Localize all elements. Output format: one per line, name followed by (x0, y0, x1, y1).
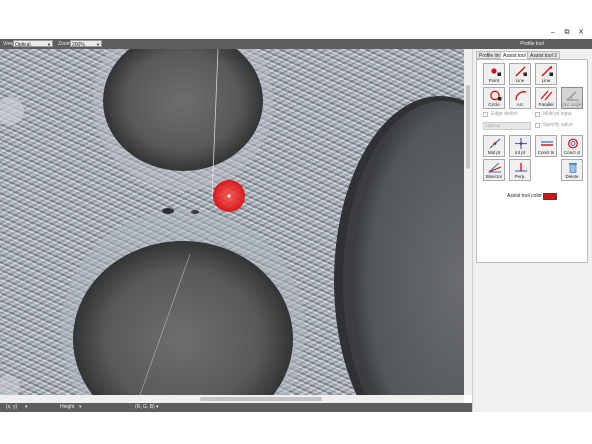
edge-detect-label: Edge detect (491, 111, 518, 117)
panel-title: Profile tool (472, 39, 592, 49)
circle-button[interactable]: Circle (483, 87, 505, 109)
connect-line-icon (541, 141, 553, 146)
edge-detect-checkbox[interactable] (483, 112, 488, 117)
point-button[interactable]: Point (483, 63, 505, 85)
bisector-icon (488, 162, 502, 173)
close-button[interactable]: ✕ (574, 28, 588, 37)
chevron-down-icon: ▾ (156, 404, 159, 410)
horizontal-scrollbar[interactable] (0, 395, 464, 403)
chevron-down-icon: ▼ (96, 42, 100, 47)
parallel-button[interactable]: Parallel (535, 87, 557, 109)
chevron-down-icon: ▾ (79, 404, 82, 410)
multi-pt-input-checkbox[interactable] (535, 112, 540, 117)
minimize-button[interactable]: – (546, 28, 560, 37)
parallel-icon (540, 90, 553, 101)
chevron-down-icon: ▾ (25, 404, 28, 410)
int-pt-button-label: Int pt (514, 150, 525, 155)
perp-button[interactable]: Perp. (509, 159, 531, 181)
zoom-select[interactable]: 200% ▼ (70, 40, 102, 48)
optical-image-viewport[interactable] (0, 49, 464, 395)
assist-tool-color-label: Assist tool color (507, 193, 543, 199)
mid-pt-button-label: Mid pt (487, 150, 501, 155)
zoom-label: Zoom (58, 41, 71, 47)
status-xy: (x, y) (6, 404, 18, 410)
conct-ln-button[interactable]: Conct ln (535, 135, 557, 157)
conct-ln-button-label: Conct ln (537, 150, 555, 155)
multi-pt-input-label: Multi-pt input (543, 111, 572, 117)
view-toolbar: View Optical ▼ Zoom 200% ▼ (0, 39, 472, 49)
bisector-button-label: Bisector (485, 174, 503, 179)
arc-button-label: Arc (516, 102, 524, 107)
vertical-scrollbar[interactable] (464, 49, 472, 395)
arc-button[interactable]: Arc (509, 87, 531, 109)
line-2pt-button-label: Line (541, 78, 551, 83)
delete-button-label: Delete (565, 174, 579, 179)
line-icon (541, 66, 553, 77)
circle-icon (490, 90, 502, 101)
status-rgb: (R, G, B) (135, 404, 155, 410)
maximize-button[interactable]: ⧉ (560, 28, 574, 37)
angle-icon (566, 91, 579, 101)
perpendicular-icon (515, 163, 527, 172)
microscope-image (0, 49, 464, 395)
delete-button[interactable]: Delete (561, 159, 583, 181)
view-select[interactable]: Optical ▼ (13, 40, 53, 48)
scrollbar-thumb[interactable] (466, 85, 470, 169)
arc-icon (515, 91, 527, 101)
spc-angle-button[interactable]: Spc angle (561, 87, 583, 109)
profile-tool-panel: Profile line Assist tool 1 Assist tool 2… (472, 49, 592, 412)
mid-pt-button[interactable]: Mid pt (483, 135, 505, 157)
point-button-label: Point (488, 78, 500, 83)
line-icon (515, 66, 527, 77)
conct-cl-button-label: Conct cl (563, 150, 581, 155)
assist-tool-color-swatch[interactable] (543, 193, 557, 200)
spc-angle-button-label: Spc angle (562, 102, 583, 107)
specify-value-label: Specify value (543, 122, 573, 128)
title-bar (0, 26, 592, 39)
trash-icon (569, 163, 577, 173)
circle-button-label: Circle (488, 102, 500, 107)
assist-tool-1-content: Point Line Line Circle Arc Parallel Spc … (476, 59, 588, 263)
line-button-label: Line (515, 78, 525, 83)
status-bar: (x, y) ▾ Height ▾ (R, G, B) ▾ (0, 403, 472, 412)
optical-select[interactable]: Optical (483, 122, 531, 130)
tab-assist-tool-2[interactable]: Assist tool 2 (527, 51, 560, 59)
scrollbar-thumb[interactable] (200, 397, 322, 401)
chevron-down-icon: ▼ (47, 42, 51, 47)
connect-circle-icon (568, 138, 578, 149)
zoom-select-value: 200% (72, 42, 85, 48)
midpoint-icon (489, 138, 501, 149)
line-button[interactable]: Line (509, 63, 531, 85)
perp-button-label: Perp. (514, 174, 526, 179)
conct-cl-button[interactable]: Conct cl (561, 135, 583, 157)
line-2pt-button[interactable]: Line (535, 63, 557, 85)
bisector-button[interactable]: Bisector (483, 159, 505, 181)
parallel-button-label: Parallel (538, 102, 554, 107)
view-select-value: Optical (15, 42, 31, 48)
intersection-icon (515, 138, 527, 149)
optical-select-value: Optical (486, 123, 501, 128)
status-height: Height (60, 404, 75, 410)
int-pt-button[interactable]: Int pt (509, 135, 531, 157)
specify-value-checkbox[interactable] (535, 123, 540, 128)
point-icon (491, 68, 501, 76)
